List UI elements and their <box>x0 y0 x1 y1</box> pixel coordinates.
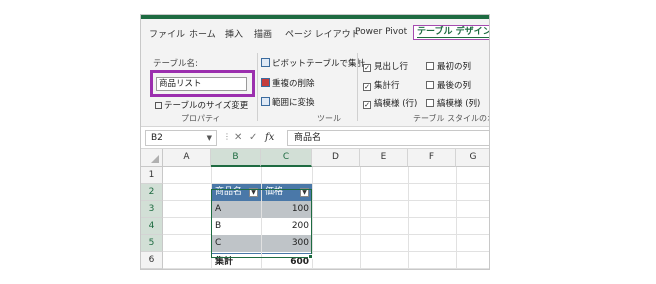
ribbon-tabs: ファイル ホーム 挿入 描画 ページ レイアウト Power Pivot テーブ… <box>141 19 489 49</box>
row-header-4[interactable]: 4 <box>141 218 163 235</box>
tab-power-pivot[interactable]: Power Pivot <box>355 27 407 37</box>
tab-insert[interactable]: 挿入 <box>225 27 243 40</box>
checkbox-unchecked-icon <box>426 99 434 107</box>
convert-to-range-label: 範囲に変換 <box>272 98 315 108</box>
tools-group-label: ツール <box>317 114 341 123</box>
header-row-label: 見出し行 <box>374 62 409 72</box>
row-header-1[interactable]: 1 <box>141 167 163 184</box>
column-header-f[interactable]: F <box>408 149 456 167</box>
worksheet-grid[interactable]: A B C D E F G 1 2 3 4 5 6 商品名 ▼ 価格 ▼ A 1… <box>141 149 489 269</box>
style-options-group-label: テーブル スタイルのオプシ <box>413 114 489 123</box>
insert-function-button[interactable]: fx <box>265 132 274 143</box>
column-header-c[interactable]: C <box>261 149 312 167</box>
column-header-d[interactable]: D <box>312 149 360 167</box>
name-box-value: B2 <box>151 133 163 143</box>
banded-columns-checkbox[interactable]: 縞模様 (列) <box>426 97 480 109</box>
banded-rows-label: 縞模様 (行) <box>374 99 418 109</box>
cancel-icon[interactable]: ✕ <box>234 132 242 143</box>
tab-page-layout[interactable]: ページ レイアウト <box>285 27 360 40</box>
row-header-5[interactable]: 5 <box>141 235 163 252</box>
column-header-a[interactable]: A <box>163 149 211 167</box>
select-all-button[interactable] <box>141 149 163 167</box>
group-separator <box>357 53 358 121</box>
remove-duplicates-button[interactable]: 重複の削除 <box>261 77 315 89</box>
name-box[interactable]: B2 ▼ <box>145 130 217 146</box>
checkbox-checked-icon: ✓ <box>363 64 371 72</box>
total-row-checkbox[interactable]: ✓ 集計行 <box>363 79 400 91</box>
properties-group-label: プロパティ <box>181 114 221 123</box>
selection-outline <box>211 189 312 258</box>
banded-columns-label: 縞模様 (列) <box>437 99 481 109</box>
row-header-3[interactable]: 3 <box>141 201 163 218</box>
pivot-summarize-button[interactable]: ピボットテーブルで集計 <box>261 57 365 69</box>
resize-table-button[interactable]: テーブルのサイズ変更 <box>155 99 248 111</box>
column-header-b[interactable]: B <box>211 149 261 167</box>
formula-input[interactable]: 商品名 <box>287 130 489 146</box>
annotation-highlight-box <box>150 70 255 97</box>
tab-draw[interactable]: 描画 <box>254 27 272 40</box>
column-header-e[interactable]: E <box>360 149 408 167</box>
checkbox-checked-icon: ✓ <box>363 101 371 109</box>
checkbox-unchecked-icon <box>426 62 434 70</box>
last-column-checkbox[interactable]: 最後の列 <box>426 79 471 91</box>
first-column-checkbox[interactable]: 最初の列 <box>426 60 471 72</box>
row-header-2[interactable]: 2 <box>141 184 163 201</box>
resize-table-label: テーブルのサイズ変更 <box>164 101 249 111</box>
first-column-label: 最初の列 <box>437 62 472 72</box>
formula-bar: B2 ▼ ⋮ ✕ ✓ fx 商品名 <box>141 127 489 149</box>
pivot-table-icon <box>261 58 270 67</box>
remove-duplicates-icon <box>261 78 270 87</box>
convert-range-icon <box>261 97 270 106</box>
row-header-6[interactable]: 6 <box>141 252 163 269</box>
convert-to-range-button[interactable]: 範囲に変換 <box>261 96 315 108</box>
remove-duplicates-label: 重複の削除 <box>272 79 315 89</box>
checkbox-checked-icon: ✓ <box>363 83 371 91</box>
tab-file[interactable]: ファイル <box>149 27 185 40</box>
header-row-checkbox[interactable]: ✓ 見出し行 <box>363 60 408 72</box>
tab-table-design[interactable]: テーブル デザイン <box>413 25 489 40</box>
gridline <box>408 167 409 269</box>
fill-handle[interactable] <box>308 254 313 259</box>
tab-home[interactable]: ホーム <box>189 27 216 40</box>
group-separator <box>257 53 258 121</box>
ribbon: テーブル名: 商品リスト テーブルのサイズ変更 プロパティ ピボットテーブルで集… <box>141 49 489 127</box>
pivot-summarize-label: ピボットテーブルで集計 <box>272 59 365 69</box>
enter-icon[interactable]: ✓ <box>249 132 257 143</box>
more-options-icon: ⋮ <box>223 132 231 141</box>
total-row-label: 集計行 <box>374 81 400 91</box>
column-header-g[interactable]: G <box>456 149 489 167</box>
banded-rows-checkbox[interactable]: ✓ 縞模様 (行) <box>363 97 417 109</box>
chevron-down-icon[interactable]: ▼ <box>207 131 212 145</box>
gridline <box>456 167 457 269</box>
checkbox-unchecked-icon <box>426 81 434 89</box>
table-name-label: テーブル名: <box>153 59 198 69</box>
resize-icon <box>155 102 162 109</box>
last-column-label: 最後の列 <box>437 81 472 91</box>
excel-window: ファイル ホーム 挿入 描画 ページ レイアウト Power Pivot テーブ… <box>140 14 490 270</box>
gridline <box>360 167 361 269</box>
